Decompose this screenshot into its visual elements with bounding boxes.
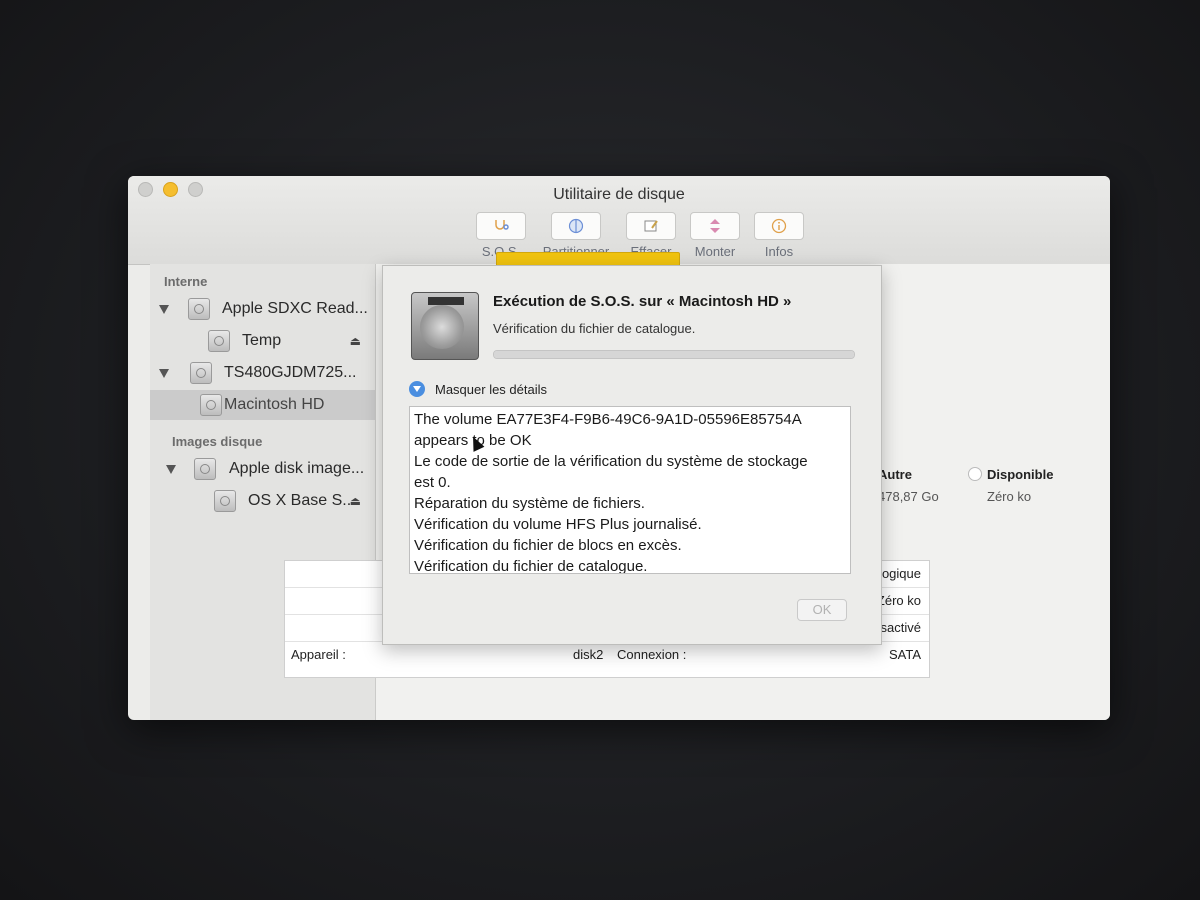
log-line: Vérification du fichier de blocs en excè… xyxy=(414,537,682,554)
erase-icon[interactable] xyxy=(626,212,676,240)
log-line: The volume EA77E3F4-F9B6-49C6-9A1D-05596… xyxy=(414,411,802,428)
mount-icon[interactable] xyxy=(690,212,740,240)
volume-icon xyxy=(200,394,222,416)
log-line: Vérification du fichier de catalogue. xyxy=(414,558,648,574)
stethoscope-icon[interactable] xyxy=(476,212,526,240)
sheet-status: Vérification du fichier de catalogue. xyxy=(493,321,696,336)
disclosure-triangle-icon[interactable] xyxy=(159,369,169,378)
sheet-title: Exécution de S.O.S. sur « Macintosh HD » xyxy=(493,293,792,310)
volume-icon xyxy=(208,330,230,352)
eject-icon[interactable]: ⏏ xyxy=(350,494,361,508)
sidebar-section-images: Images disque xyxy=(172,434,263,449)
sidebar-item-temp[interactable]: Temp ⏏ xyxy=(150,326,375,356)
log-line: est 0. xyxy=(414,474,451,491)
disk-icon xyxy=(190,362,212,384)
log-line: Réparation du système de fichiers. xyxy=(414,495,645,512)
legend-available-value: Zéro ko xyxy=(987,489,1032,504)
window-title: Utilitaire de disque xyxy=(553,186,685,203)
sidebar-item-apple-disk-image[interactable]: Apple disk image... xyxy=(150,454,375,484)
sidebar-section-internal: Interne xyxy=(164,274,208,289)
progress-bar xyxy=(493,350,855,359)
info-value-connection: SATA xyxy=(888,647,921,662)
details-log[interactable]: The volume EA77E3F4-F9B6-49C6-9A1D-05596… xyxy=(409,406,851,574)
sidebar-item-label: OS X Base S... xyxy=(248,492,356,509)
ok-button[interactable]: OK xyxy=(797,599,847,621)
sidebar-item-label: Macintosh HD xyxy=(224,396,325,413)
disk-image-icon xyxy=(194,458,216,480)
hide-details-label: Masquer les détails xyxy=(435,381,547,397)
sidebar-item-os-x-base[interactable]: OS X Base S... ⏏ xyxy=(150,486,375,516)
info-key-connection: Connexion : xyxy=(617,647,687,662)
hide-details-toggle[interactable]: Masquer les détails xyxy=(409,381,547,397)
hard-drive-icon xyxy=(411,292,479,360)
sidebar-item-label: TS480GJDM725... xyxy=(224,364,357,381)
disclosure-triangle-icon[interactable] xyxy=(166,465,176,474)
partition-icon[interactable] xyxy=(551,212,601,240)
disk-icon xyxy=(188,298,210,320)
info-value-device: disk2 xyxy=(573,647,604,662)
sidebar-item-label: Apple disk image... xyxy=(229,460,365,477)
legend-other-label: Autre xyxy=(878,467,912,482)
eject-icon[interactable]: ⏏ xyxy=(350,334,361,348)
info-row: Appareil : disk2 Connexion : SATA xyxy=(285,642,929,668)
legend-available-label: Disponible xyxy=(987,467,1054,482)
info-icon[interactable] xyxy=(754,212,804,240)
toolbar-info-button[interactable]: Infos xyxy=(751,212,807,259)
disclosure-down-icon[interactable] xyxy=(409,381,425,397)
toolbar-info-label: Infos xyxy=(764,244,794,259)
log-line: Vérification du volume HFS Plus journali… xyxy=(414,516,702,533)
sidebar-item-ts480gjdm725[interactable]: TS480GJDM725... xyxy=(150,358,375,388)
info-value: Zéro ko xyxy=(876,593,921,608)
toolbar-mount-button[interactable]: Monter xyxy=(687,212,743,259)
sidebar-item-macintosh-hd[interactable]: Macintosh HD xyxy=(150,390,375,420)
first-aid-sheet: Exécution de S.O.S. sur « Macintosh HD »… xyxy=(382,265,882,645)
log-line: Le code de sortie de la vérification du … xyxy=(414,453,808,470)
info-key-device: Appareil : xyxy=(291,647,346,662)
sidebar-item-label: Temp xyxy=(242,332,282,349)
legend-available-swatch xyxy=(968,467,982,481)
sidebar-item-label: Apple SDXC Read... xyxy=(222,300,368,317)
volume-icon xyxy=(214,490,236,512)
disclosure-triangle-icon[interactable] xyxy=(159,305,169,314)
sidebar-item-apple-sdxc[interactable]: Apple SDXC Read... xyxy=(150,294,375,324)
legend-other-value: 478,87 Go xyxy=(878,489,939,504)
toolbar-mount-label: Monter xyxy=(694,244,736,259)
